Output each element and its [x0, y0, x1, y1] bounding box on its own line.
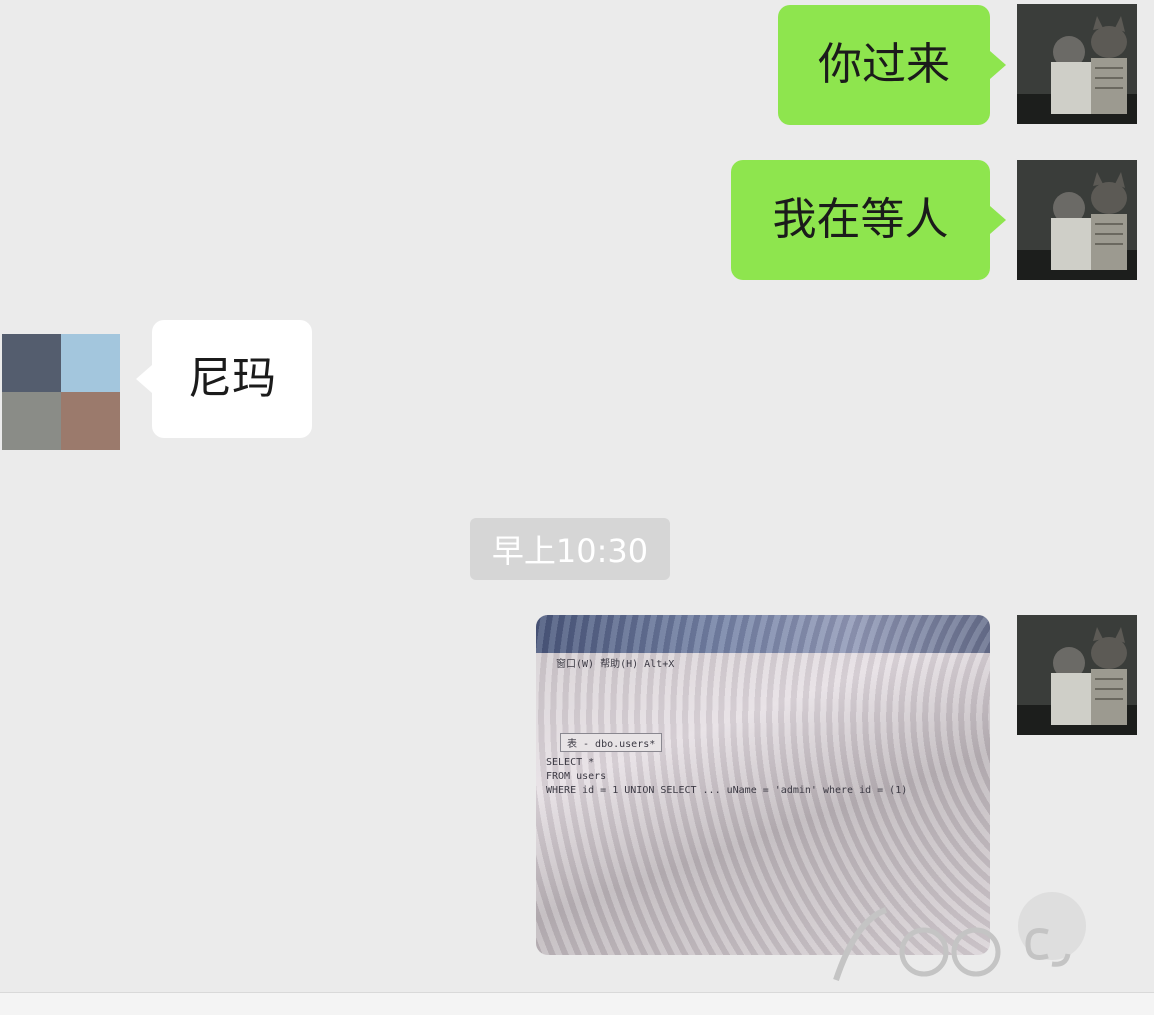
avatar-pixel: [61, 392, 120, 450]
photo-sql-line: SELECT *: [546, 757, 595, 768]
photo-menu-text: 窗口(W) 帮助(H) Alt+X: [556, 659, 675, 670]
avatar-photo-icon: [1017, 4, 1137, 124]
message-bubble-outgoing[interactable]: 我在等人: [731, 160, 1006, 280]
self-avatar[interactable]: [1017, 615, 1137, 735]
photo-sql-line: FROM users: [546, 771, 607, 782]
message-text: 我在等人: [772, 194, 949, 245]
input-bar-edge: [0, 992, 1154, 1015]
chat-area: 你过来 我在等人 尼玛 早上10:30 窗口(W) 帮助(H) Alt+X 表 …: [0, 0, 1154, 990]
contact-avatar[interactable]: [2, 334, 120, 450]
message-text: 尼玛: [188, 353, 276, 404]
self-avatar[interactable]: [1017, 160, 1137, 280]
photo-tab-text: 表 - dbo.users*: [560, 733, 663, 752]
avatar-photo-icon: [1017, 160, 1137, 280]
photo-sql-line: WHERE id = 1 UNION SELECT ... uName = 'a…: [546, 785, 908, 796]
avatar-pixel: [2, 392, 61, 450]
message-text: 你过来: [818, 39, 950, 90]
site-logo-watermark-icon: [833, 892, 1086, 981]
avatar-photo-icon: [1017, 615, 1137, 735]
self-avatar[interactable]: [1017, 4, 1137, 124]
avatar-pixel: [2, 334, 61, 392]
message-timestamp: 早上10:30: [470, 518, 670, 580]
message-bubble-incoming[interactable]: 尼玛: [136, 320, 312, 438]
avatar-pixel: [61, 334, 120, 392]
message-bubble-outgoing[interactable]: 你过来: [778, 5, 1006, 125]
